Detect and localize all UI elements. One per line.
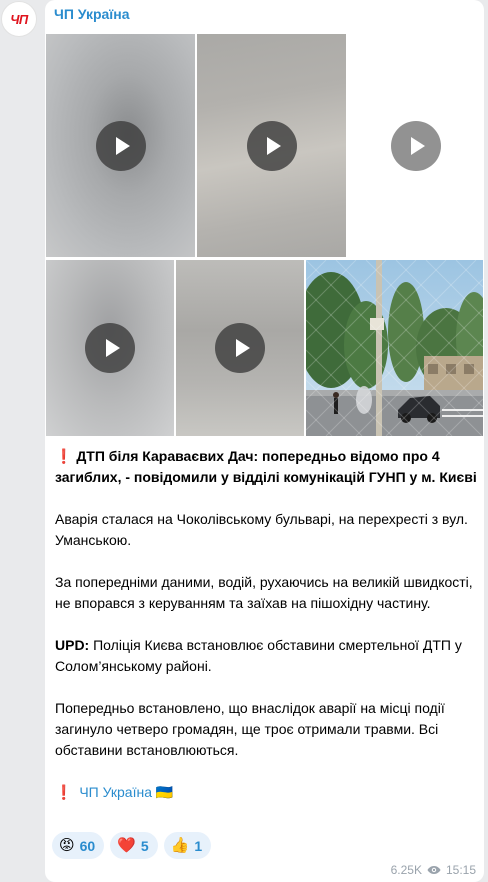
message-time: 15:15 — [445, 863, 476, 877]
media-video-4[interactable] — [46, 260, 174, 436]
eye-icon — [427, 866, 441, 874]
post-body: ❗ ДТП біля Караваєвих Дач: попередньо ві… — [55, 446, 477, 803]
reaction-angry[interactable]: 😡 60 — [52, 832, 105, 859]
paragraph-location: Аварія сталася на Чоколівському бульварі… — [55, 511, 468, 548]
reaction-count: 5 — [140, 837, 149, 854]
street-scene-image — [306, 260, 483, 436]
ukraine-flag-icon: 🇺🇦 — [155, 784, 174, 800]
reaction-thumbs-up[interactable]: 👍 1 — [163, 832, 212, 859]
media-video-3[interactable] — [348, 34, 483, 257]
message-meta: 6.25K 15:15 — [391, 863, 476, 877]
channel-avatar[interactable]: ЧП — [1, 1, 37, 37]
update-label: UPD: — [55, 637, 90, 653]
paragraph-details: За попередніми даними, водій, рухаючись … — [55, 574, 473, 611]
media-video-5[interactable] — [176, 260, 304, 436]
thumbs-up-icon: 👍 — [170, 837, 190, 854]
reaction-heart[interactable]: ❤️ 5 — [110, 832, 158, 859]
play-icon[interactable] — [390, 120, 441, 171]
headline-text: ДТП біля Караваєвих Дач: попередньо відо… — [55, 448, 477, 485]
heart-icon: ❤️ — [117, 837, 136, 854]
media-video-1[interactable] — [46, 34, 195, 257]
signature-channel-link[interactable]: ЧП Україна — [79, 784, 152, 800]
media-photo-crash-scene[interactable] — [306, 260, 483, 436]
play-icon[interactable] — [246, 120, 297, 171]
post-signature: ❗ ЧП Україна 🇺🇦 — [55, 782, 477, 803]
play-icon[interactable] — [85, 323, 135, 373]
update-text: Поліція Києва встановлює обставини смерт… — [55, 637, 462, 674]
avatar-text: ЧП — [10, 11, 28, 27]
view-count: 6.25K — [390, 863, 422, 877]
reactions-bar: 😡 60 ❤️ 5 👍 1 — [52, 832, 212, 859]
angry-face-icon: 😡 — [59, 837, 75, 854]
reaction-count: 1 — [194, 837, 203, 854]
exclamation-icon: ❗ — [55, 784, 73, 800]
paragraph-update: UPD: Поліція Києва встановлює обставини … — [55, 635, 477, 677]
play-icon[interactable] — [95, 120, 146, 171]
media-video-2[interactable] — [197, 34, 346, 257]
post-headline: ❗ ДТП біля Караваєвих Дач: попередньо ві… — [55, 446, 477, 488]
reaction-count: 60 — [79, 837, 96, 854]
play-icon[interactable] — [215, 323, 265, 373]
exclamation-icon: ❗ — [55, 448, 73, 464]
channel-name-link[interactable]: ЧП Україна — [54, 6, 130, 22]
paragraph-casualties: Попередньо встановлено, що внаслідок ава… — [55, 700, 445, 758]
